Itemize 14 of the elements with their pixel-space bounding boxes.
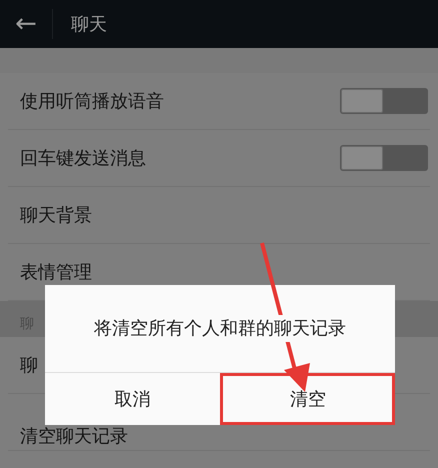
dialog-message: 将清空所有个人和群的聊天记录: [92, 315, 348, 342]
setting-label: 聊: [20, 354, 38, 378]
back-button[interactable]: ←: [0, 11, 52, 37]
clear-button[interactable]: 清空: [220, 373, 395, 425]
settings-row[interactable]: 聊天背景: [8, 187, 430, 244]
screen-title: 聊天: [71, 12, 107, 36]
setting-label: 回车键发送消息: [20, 146, 146, 170]
setting-label: 清空聊天记录: [20, 425, 128, 449]
toggle-switch[interactable]: [340, 145, 428, 171]
toggle-switch[interactable]: [340, 88, 428, 114]
setting-label: 聊天背景: [20, 204, 92, 228]
cancel-button[interactable]: 取消: [45, 373, 220, 425]
setting-label: 使用听筒播放语音: [20, 90, 164, 114]
setting-label: 表情管理: [20, 260, 92, 284]
